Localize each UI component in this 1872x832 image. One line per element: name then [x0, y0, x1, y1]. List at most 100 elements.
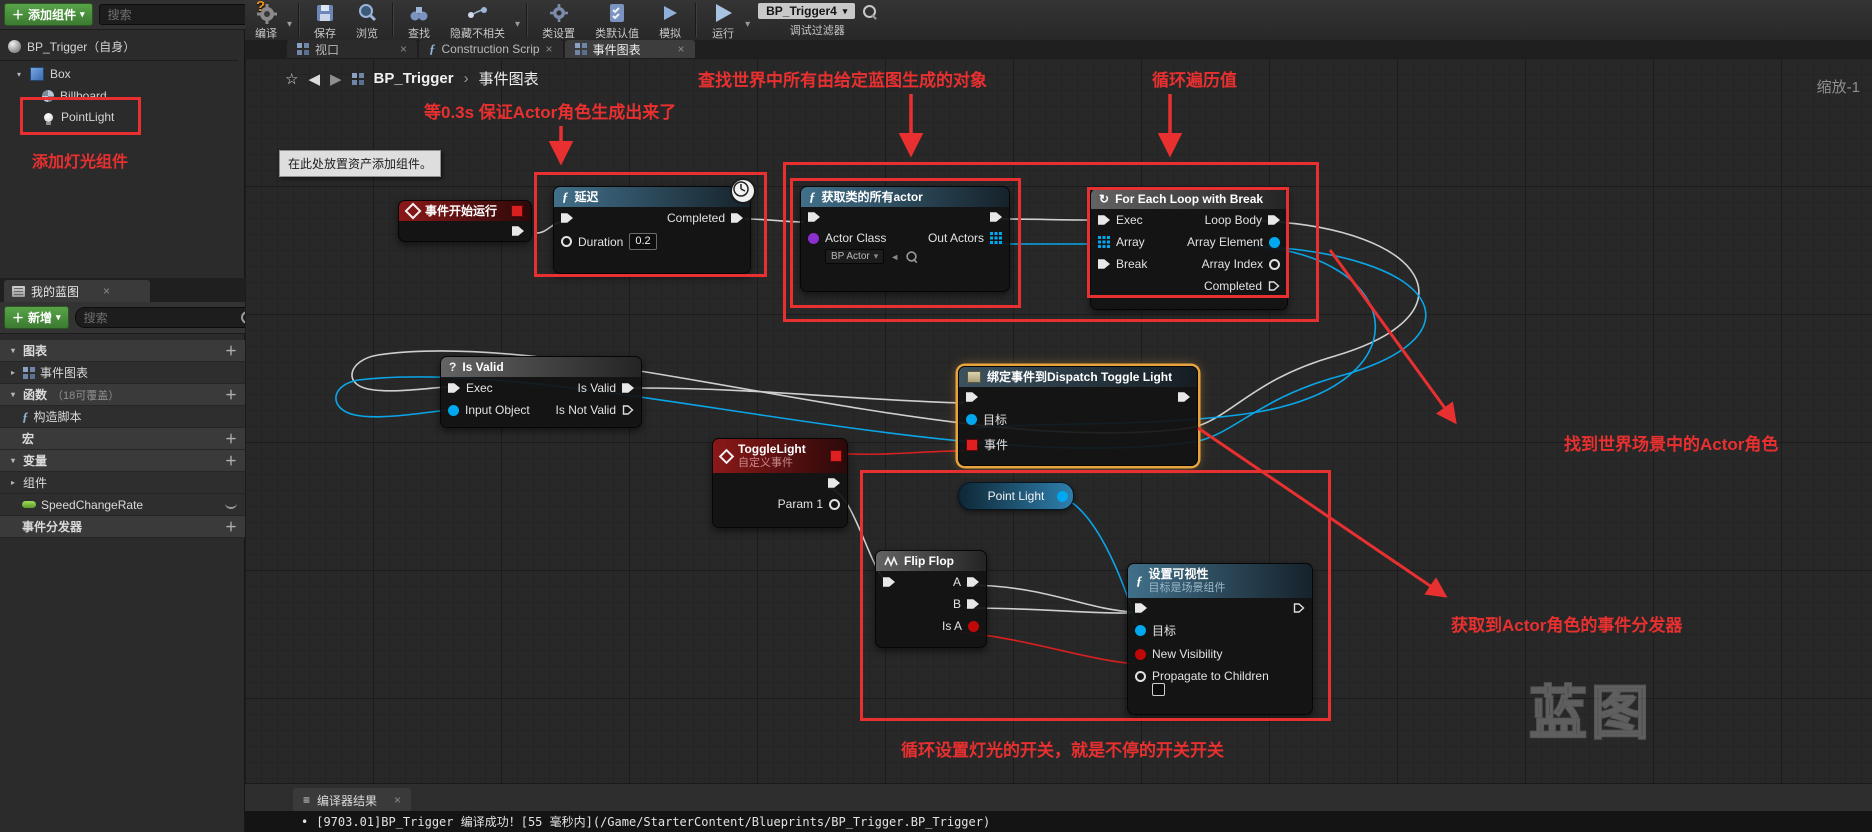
class-defaults-button[interactable]: 类默认值: [585, 0, 649, 42]
exec-in-pin[interactable]: [448, 382, 460, 394]
close-icon[interactable]: ×: [546, 42, 553, 56]
section-functions[interactable]: ▾ 函数 （18可覆盖） ＋: [0, 384, 245, 406]
breadcrumb-current[interactable]: 事件图表: [479, 68, 539, 89]
exec-out-pin[interactable]: [990, 211, 1002, 223]
is-valid-pin[interactable]: [622, 382, 634, 394]
close-icon[interactable]: ×: [394, 793, 401, 807]
array-index-pin[interactable]: [1269, 259, 1280, 270]
exec-in-pin[interactable]: [883, 576, 895, 588]
node-flip-flop[interactable]: Flip Flop A B Is A: [875, 550, 987, 648]
component-root-row[interactable]: BP_Trigger（自身）: [0, 36, 253, 56]
node-toggle-light-event[interactable]: ToggleLight 自定义事件 Param 1: [712, 438, 848, 528]
param1-pin[interactable]: [829, 499, 840, 510]
simulate-button[interactable]: 模拟: [649, 0, 691, 42]
item-components-category[interactable]: ▸ 组件: [0, 472, 245, 494]
close-icon[interactable]: ×: [103, 284, 110, 298]
my-blueprint-search-input[interactable]: [82, 310, 241, 326]
node-foreach-loop-with-break[interactable]: ↻ For Each Loop with Break Exec Loop Bod…: [1090, 188, 1288, 310]
completed-pin[interactable]: [731, 212, 743, 224]
add-function-button[interactable]: ＋: [225, 386, 237, 403]
duration-value[interactable]: 0.2: [629, 233, 656, 250]
node-set-visibility[interactable]: ƒ 设置可视性 目标是场景组件 目标 New Visibility Propag…: [1127, 563, 1313, 715]
actor-class-dropdown[interactable]: BP Actor▾: [825, 249, 884, 264]
section-graphs[interactable]: ▾ 图表 ＋: [0, 340, 245, 362]
section-variables[interactable]: ▾ 变量 ＋: [0, 450, 245, 472]
save-button[interactable]: 保存: [304, 0, 346, 42]
add-variable-button[interactable]: ＋: [225, 452, 237, 469]
components-search-input[interactable]: [106, 7, 265, 23]
input-object-pin[interactable]: [448, 405, 459, 416]
event-graph-canvas[interactable]: ☆ ◀ ▶ BP_Trigger › 事件图表 缩放-1 蓝图 在此处放置资产添…: [245, 58, 1872, 783]
exec-in-pin[interactable]: [1098, 214, 1110, 226]
browse-button[interactable]: 浏览: [346, 0, 388, 42]
event-delegate-pin[interactable]: [966, 439, 978, 451]
node-get-all-actors-of-class[interactable]: ƒ 获取类的所有actor Actor Class Out Actors BP …: [800, 186, 1010, 292]
exec-out-pin[interactable]: [1293, 602, 1305, 614]
add-component-button[interactable]: ＋添加组件▾: [4, 3, 93, 26]
hide-unrelated-button[interactable]: 隐藏不相关: [440, 0, 515, 42]
array-element-pin[interactable]: [1269, 237, 1280, 248]
is-a-pin[interactable]: [968, 621, 979, 632]
new-visibility-pin[interactable]: [1135, 649, 1146, 660]
a-pin[interactable]: [967, 576, 979, 588]
component-row-billboard[interactable]: Billboard: [34, 86, 242, 106]
eye-closed-icon[interactable]: [225, 501, 237, 509]
item-construction-script[interactable]: ƒ 构造脚本: [0, 406, 245, 428]
array-pin[interactable]: [990, 232, 1002, 244]
forward-icon[interactable]: ▶: [330, 70, 342, 88]
breadcrumb-root[interactable]: BP_Trigger: [374, 70, 454, 87]
actor-class-pin[interactable]: [808, 233, 819, 244]
section-dispatchers[interactable]: 事件分发器 ＋: [0, 516, 245, 538]
target-pin[interactable]: [1135, 625, 1146, 636]
browse-asset-icon[interactable]: [906, 251, 916, 261]
node-event-beginplay[interactable]: 事件开始运行: [398, 200, 532, 242]
tab-viewport[interactable]: 视口 ×: [287, 40, 417, 58]
section-macros[interactable]: 宏 ＋: [0, 428, 245, 450]
expander-icon[interactable]: ▸: [8, 368, 18, 377]
add-new-button[interactable]: ＋新增▾: [4, 306, 69, 329]
b-pin[interactable]: [967, 598, 979, 610]
component-row-box[interactable]: ▾ Box: [6, 64, 244, 84]
array-in-pin[interactable]: [1098, 236, 1110, 248]
exec-in-pin[interactable]: [808, 211, 820, 223]
exec-in-pin[interactable]: [561, 212, 573, 224]
completed-pin[interactable]: [1268, 280, 1280, 292]
component-row-pointlight[interactable]: PointLight: [34, 107, 242, 127]
duration-pin[interactable]: [561, 236, 572, 247]
node-is-valid[interactable]: ? Is Valid Exec Is Valid Input Object Is…: [440, 356, 642, 428]
expander-icon[interactable]: ▾: [8, 456, 18, 465]
find-button[interactable]: 查找: [398, 0, 440, 42]
propagate-checkbox[interactable]: [1152, 683, 1165, 696]
delegate-out-pin[interactable]: [830, 450, 842, 462]
exec-out-pin[interactable]: [512, 225, 524, 237]
loop-body-pin[interactable]: [1268, 214, 1280, 226]
expander-icon[interactable]: ▾: [8, 346, 18, 355]
item-speed-change-rate[interactable]: SpeedChangeRate: [0, 494, 245, 516]
expander-icon[interactable]: ▾: [8, 390, 18, 399]
expander-icon[interactable]: ▸: [8, 478, 18, 487]
compiler-log-line[interactable]: • [9703.01]BP_Trigger 编译成功！[55 毫秒内](/Gam…: [245, 811, 1872, 832]
node-bind-event-dispatch-toggle-light[interactable]: 绑定事件到Dispatch Toggle Light 目标 事件: [958, 366, 1198, 466]
tab-construction-script[interactable]: ƒ Construction Scrip ×: [419, 40, 563, 58]
add-macro-button[interactable]: ＋: [225, 430, 237, 447]
propagate-pin[interactable]: [1135, 671, 1146, 682]
debug-object-dropdown[interactable]: BP_Trigger4▾: [758, 3, 855, 19]
expander-icon[interactable]: ▾: [14, 70, 24, 79]
exec-out-pin[interactable]: [1178, 391, 1190, 403]
item-event-graph[interactable]: ▸ 事件图表: [0, 362, 245, 384]
debug-search-icon[interactable]: [863, 5, 876, 18]
node-delay[interactable]: ƒ 延迟 Completed Duration0.2: [553, 186, 751, 274]
tab-event-graph[interactable]: 事件图表 ×: [565, 40, 695, 58]
exec-in-pin[interactable]: [1135, 602, 1147, 614]
compiler-results-tab[interactable]: ≡ 编译器结果 ×: [293, 788, 411, 812]
close-icon[interactable]: ×: [678, 42, 685, 56]
pointlight-out-pin[interactable]: [1057, 491, 1068, 502]
is-not-valid-pin[interactable]: [622, 404, 634, 416]
compile-button[interactable]: ? 编译: [245, 0, 287, 42]
exec-in-pin[interactable]: [966, 391, 978, 403]
chevron-down-icon[interactable]: ▾: [287, 19, 292, 30]
back-icon[interactable]: ◀: [308, 70, 320, 88]
target-pin[interactable]: [966, 414, 977, 425]
my-blueprint-tab[interactable]: 我的蓝图 ×: [4, 280, 150, 302]
play-button[interactable]: 运行: [701, 0, 745, 42]
